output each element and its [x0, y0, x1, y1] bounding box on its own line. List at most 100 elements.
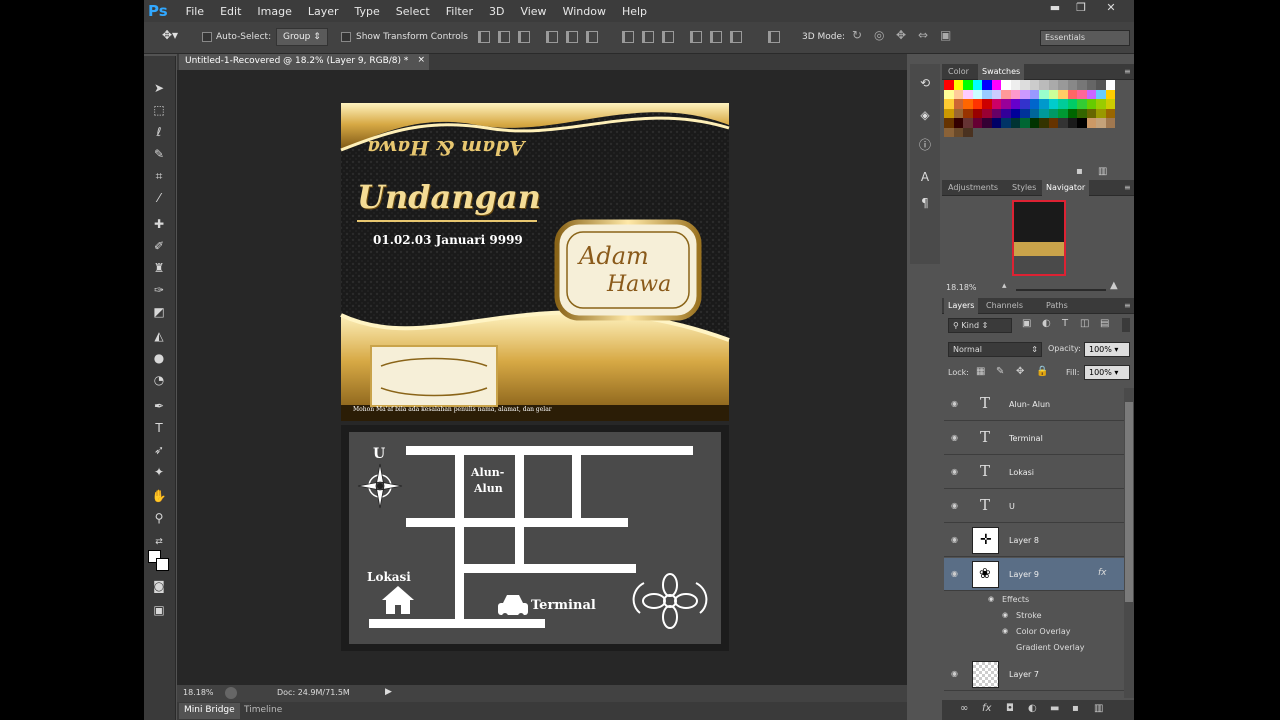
menu-window[interactable]: Window	[555, 5, 614, 18]
history-icon[interactable]: ⟲	[917, 76, 933, 92]
visibility-eye-icon[interactable]: ◉	[951, 569, 961, 578]
move-tool-icon[interactable]: ➤	[150, 80, 168, 96]
color-swatch[interactable]	[1010, 80, 1020, 90]
color-swatch[interactable]	[1039, 118, 1049, 128]
color-swatch[interactable]	[1077, 118, 1087, 128]
color-swatch[interactable]	[1077, 89, 1087, 99]
canvas-area[interactable]: Adam & Hawa Undangan 01.02.03 Januari 99…	[177, 70, 907, 685]
color-swatch[interactable]	[963, 108, 973, 118]
align-right-icon[interactable]	[586, 31, 598, 43]
color-swatch[interactable]	[1039, 80, 1049, 90]
color-swatch[interactable]	[1077, 108, 1087, 118]
color-swatch[interactable]	[953, 118, 963, 128]
filter-kind-dropdown[interactable]: ⚲ Kind ⇕	[948, 318, 1012, 333]
color-swatch[interactable]	[1039, 108, 1049, 118]
color-swatch[interactable]	[1086, 80, 1096, 90]
color-swatch[interactable]	[944, 127, 954, 137]
quick-select-tool-icon[interactable]: ✎	[150, 146, 168, 162]
color-swatch[interactable]	[991, 99, 1001, 109]
delete-swatch-icon[interactable]: ▥	[1098, 166, 1107, 177]
new-layer-icon[interactable]: ▪	[1072, 703, 1079, 714]
3d-drag-icon[interactable]: ✥	[896, 28, 906, 42]
zoom-out-icon[interactable]: ▴	[1002, 281, 1007, 291]
tab-timeline[interactable]: Timeline	[239, 703, 287, 719]
tab-adjustments[interactable]: Adjustments	[944, 182, 1002, 193]
color-swatch[interactable]	[1067, 118, 1077, 128]
auto-align-icon[interactable]	[768, 31, 780, 43]
color-swatch[interactable]	[953, 108, 963, 118]
type-tool-icon[interactable]: T	[150, 420, 168, 436]
color-swatch[interactable]	[1001, 99, 1011, 109]
color-swatch[interactable]	[1001, 118, 1011, 128]
filter-shape-icon[interactable]: ◫	[1080, 318, 1089, 329]
navigator-zoom-slider[interactable]	[1016, 289, 1106, 291]
color-swatch[interactable]	[1077, 99, 1087, 109]
color-swatch[interactable]	[1029, 80, 1039, 90]
color-swatch[interactable]	[963, 80, 973, 90]
workspace-dropdown[interactable]: Essentials	[1040, 30, 1130, 46]
menu-help[interactable]: Help	[614, 5, 655, 18]
color-swatch[interactable]	[1096, 99, 1106, 109]
distribute-hcenter-icon[interactable]	[710, 31, 722, 43]
menu-image[interactable]: Image	[249, 5, 299, 18]
blur-tool-icon[interactable]: ●	[150, 350, 168, 366]
move-icon[interactable]: ✥▾	[162, 28, 178, 42]
fx-badge[interactable]: fx	[1098, 568, 1107, 578]
panel-menu-icon[interactable]: ≡	[1120, 182, 1135, 193]
blend-mode-dropdown[interactable]: Normal ⇕	[948, 342, 1042, 357]
layer-row[interactable]: ◉ Layer 7	[944, 658, 1124, 691]
paint-bucket-icon[interactable]: ◭	[150, 328, 168, 344]
color-swatch[interactable]	[953, 127, 963, 137]
color-swatch[interactable]	[1020, 80, 1030, 90]
filter-type-icon[interactable]: T	[1062, 318, 1068, 329]
stamp-tool-icon[interactable]: ♜	[150, 260, 168, 276]
new-swatch-icon[interactable]: ▪	[1076, 166, 1083, 177]
path-select-icon[interactable]: ➶	[150, 442, 168, 458]
effect-row[interactable]: ◉ Color Overlay	[944, 624, 1124, 640]
tab-mini-bridge[interactable]: Mini Bridge	[179, 703, 240, 719]
3d-rotate-icon[interactable]: ↻	[852, 28, 862, 42]
menu-filter[interactable]: Filter	[438, 5, 481, 18]
menu-file[interactable]: File	[178, 5, 212, 18]
color-swatch[interactable]	[1010, 89, 1020, 99]
color-swatch[interactable]	[1058, 89, 1068, 99]
color-swatch[interactable]	[1096, 118, 1106, 128]
color-swatch[interactable]	[963, 127, 973, 137]
color-swatch[interactable]	[1058, 80, 1068, 90]
menu-type[interactable]: Type	[347, 5, 388, 18]
quick-mask-icon[interactable]: ◙	[150, 578, 168, 594]
align-bottom-icon[interactable]	[518, 31, 530, 43]
3d-panel-icon[interactable]: ◈	[917, 108, 933, 124]
distribute-bottom-icon[interactable]	[662, 31, 674, 43]
color-swatch[interactable]	[972, 108, 982, 118]
color-swatch[interactable]	[1001, 108, 1011, 118]
visibility-eye-icon[interactable]: ◉	[1002, 627, 1008, 635]
color-swatch[interactable]	[1086, 108, 1096, 118]
lock-transparent-icon[interactable]: ▦	[976, 366, 985, 377]
layer-row[interactable]: ◉ T Lokasi	[944, 456, 1124, 489]
pen-tool-icon[interactable]: ✒	[150, 398, 168, 414]
color-swatch[interactable]	[982, 99, 992, 109]
brush-tool-icon[interactable]: ✐	[150, 238, 168, 254]
color-swatch[interactable]	[1105, 99, 1115, 109]
color-swatch[interactable]	[991, 89, 1001, 99]
tab-paths[interactable]: Paths	[1042, 300, 1072, 311]
color-swatch[interactable]	[944, 89, 954, 99]
panel-menu-icon[interactable]: ≡	[1120, 66, 1135, 77]
color-swatch[interactable]	[963, 118, 973, 128]
color-swatch[interactable]	[963, 99, 973, 109]
eraser-tool-icon[interactable]: ◩	[150, 304, 168, 320]
visibility-eye-icon[interactable]: ◉	[951, 501, 961, 510]
tab-styles[interactable]: Styles	[1008, 182, 1040, 193]
color-swatch[interactable]	[1096, 108, 1106, 118]
delete-layer-icon[interactable]: ▥	[1094, 703, 1103, 714]
swatch-grid[interactable]	[944, 80, 1115, 137]
status-menu-arrow-icon[interactable]: ▶	[385, 687, 392, 697]
color-swatch[interactable]	[991, 80, 1001, 90]
visibility-eye-icon[interactable]: ◉	[951, 433, 961, 442]
share-icon[interactable]	[225, 687, 237, 699]
color-swatch[interactable]	[944, 80, 954, 90]
color-swatch[interactable]	[1048, 80, 1058, 90]
color-swatch[interactable]	[1010, 99, 1020, 109]
menu-edit[interactable]: Edit	[212, 5, 249, 18]
